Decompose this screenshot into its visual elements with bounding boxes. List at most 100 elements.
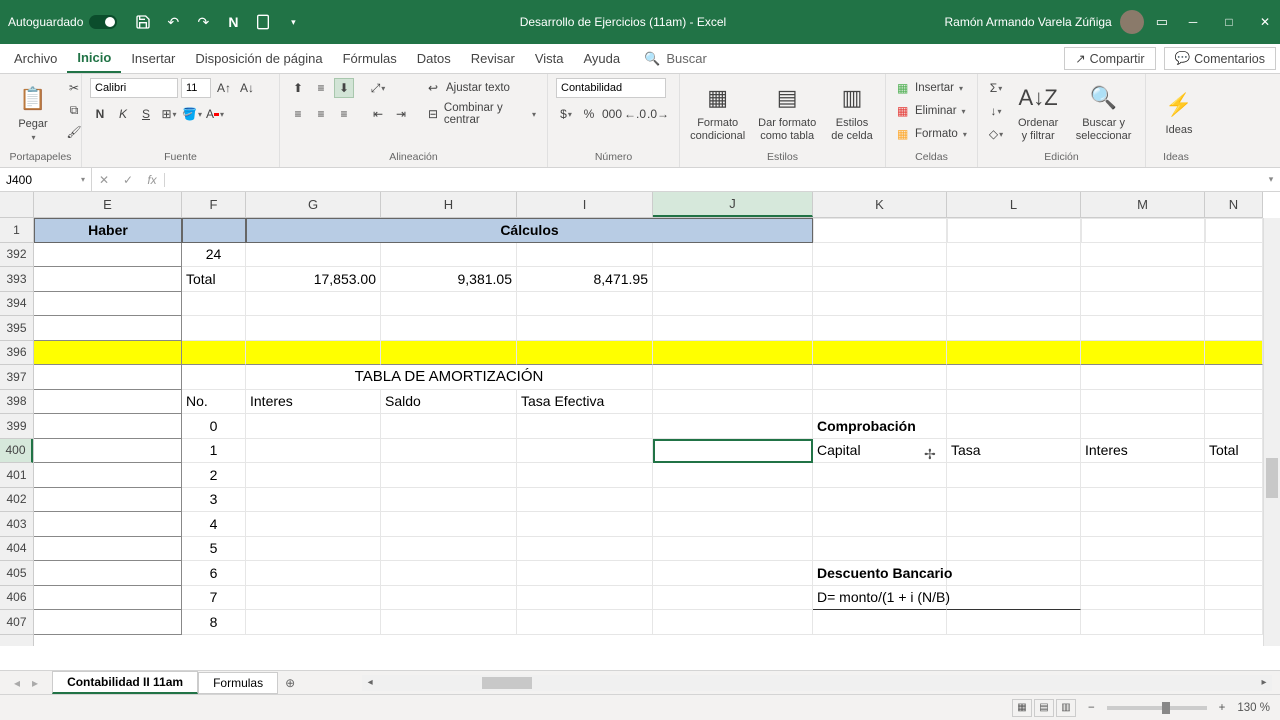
cell[interactable] [1081, 267, 1205, 292]
cell[interactable] [947, 488, 1081, 513]
normal-view-button[interactable]: ▦ [1012, 699, 1032, 717]
zoom-in-button[interactable]: + [1219, 702, 1226, 714]
cell[interactable] [947, 586, 1081, 611]
redo-icon[interactable]: ↷ [195, 14, 211, 30]
decrease-indent-button[interactable]: ⇤ [368, 104, 388, 124]
cell[interactable] [653, 586, 813, 611]
cell[interactable] [1205, 267, 1263, 292]
cell[interactable] [1205, 414, 1263, 439]
sort-filter-button[interactable]: A↓ZOrdenar y filtrar [1012, 78, 1064, 146]
clear-button[interactable]: ◇▾ [986, 124, 1006, 144]
row-header-392[interactable]: 392 [0, 243, 33, 268]
row-header-402[interactable]: 402 [0, 488, 33, 513]
zoom-out-button[interactable]: − [1088, 702, 1095, 714]
cell[interactable]: Tasa [947, 439, 1081, 464]
align-center-button[interactable]: ≡ [311, 104, 331, 124]
col-header-N[interactable]: N [1205, 192, 1263, 217]
cell[interactable] [947, 561, 1081, 586]
cell[interactable] [1205, 316, 1263, 341]
cell[interactable] [246, 586, 381, 611]
cell[interactable] [653, 341, 813, 366]
paste-button[interactable]: 📋 Pegar ▾ [8, 78, 58, 146]
cell[interactable] [1205, 488, 1263, 513]
cell[interactable] [653, 610, 813, 635]
cell[interactable] [1205, 586, 1263, 611]
user-account[interactable]: Ramón Armando Varela Zúñiga [945, 10, 1144, 34]
cell[interactable] [947, 610, 1081, 635]
cell[interactable] [381, 610, 517, 635]
cell[interactable] [517, 537, 653, 562]
cell[interactable] [1081, 512, 1205, 537]
cell[interactable] [947, 243, 1081, 268]
cell[interactable] [653, 414, 813, 439]
col-header-L[interactable]: L [947, 192, 1081, 217]
font-color-button[interactable]: A▾ [205, 104, 225, 124]
borders-button[interactable]: ⊞▾ [159, 104, 179, 124]
cell[interactable] [813, 267, 947, 292]
row-header-394[interactable]: 394 [0, 292, 33, 317]
cell[interactable] [947, 292, 1081, 317]
tab-formulas[interactable]: Fórmulas [333, 44, 407, 73]
cell[interactable] [246, 488, 381, 513]
row-header-395[interactable]: 395 [0, 316, 33, 341]
row-header-397[interactable]: 397 [0, 365, 33, 390]
cell[interactable] [1081, 243, 1205, 268]
cell[interactable] [246, 537, 381, 562]
align-left-button[interactable]: ≡ [288, 104, 308, 124]
cell[interactable]: 3 [182, 488, 246, 513]
row-header-399[interactable]: 399 [0, 414, 33, 439]
cell[interactable] [182, 341, 246, 366]
cell[interactable] [381, 292, 517, 317]
zoom-slider[interactable] [1107, 706, 1207, 710]
cell[interactable] [1205, 390, 1263, 415]
cell[interactable] [381, 316, 517, 341]
cell[interactable] [947, 218, 1081, 243]
cell[interactable] [947, 414, 1081, 439]
italic-button[interactable]: K [113, 104, 133, 124]
bold-n-icon[interactable]: N [225, 14, 241, 30]
cell[interactable]: 9,381.05 [381, 267, 517, 292]
col-header-J[interactable]: J [653, 192, 813, 217]
cell[interactable] [653, 512, 813, 537]
search-field[interactable]: 🔍 Buscar [644, 51, 707, 67]
cell[interactable] [813, 316, 947, 341]
cell[interactable] [381, 414, 517, 439]
scrollbar-thumb[interactable] [1266, 458, 1278, 498]
align-bottom-button[interactable]: ⬇ [334, 78, 354, 98]
cell[interactable] [1081, 561, 1205, 586]
page-layout-button[interactable]: ▤ [1034, 699, 1054, 717]
share-button[interactable]: ↗Compartir [1064, 47, 1155, 70]
cell[interactable] [813, 488, 947, 513]
cell[interactable] [1205, 561, 1263, 586]
cell[interactable]: Tasa Efectiva [517, 390, 653, 415]
col-header-K[interactable]: K [813, 192, 947, 217]
cell[interactable] [813, 243, 947, 268]
cell[interactable] [517, 439, 653, 464]
cell[interactable] [947, 512, 1081, 537]
cell[interactable] [381, 341, 517, 366]
format-cells-button[interactable]: ▦Formato▾ [894, 124, 970, 144]
cell[interactable] [34, 414, 182, 439]
cell[interactable] [947, 365, 1081, 390]
copy-button[interactable]: ⧉ [64, 100, 84, 120]
sheet-prev-button[interactable]: ◂ [14, 676, 20, 690]
cell[interactable] [246, 341, 381, 366]
cell[interactable] [246, 439, 381, 464]
undo-icon[interactable]: ↶ [165, 14, 181, 30]
cell[interactable] [1205, 243, 1263, 268]
cell[interactable] [34, 586, 182, 611]
cell[interactable] [813, 341, 947, 366]
cell[interactable] [1205, 512, 1263, 537]
col-header-I[interactable]: I [517, 192, 653, 217]
cell[interactable]: 17,853.00 [246, 267, 381, 292]
row-header-400[interactable]: 400 [0, 439, 33, 464]
cell[interactable]: 8,471.95 [517, 267, 653, 292]
cell[interactable] [1081, 218, 1205, 243]
fill-button[interactable]: ↓▾ [986, 101, 1006, 121]
cell[interactable] [947, 537, 1081, 562]
comma-button[interactable]: 000 [602, 104, 622, 124]
column-headers[interactable]: EFGHIJKLMN [34, 192, 1263, 218]
cell[interactable]: 0 [182, 414, 246, 439]
fill-color-button[interactable]: 🪣▾ [182, 104, 202, 124]
bold-button[interactable]: N [90, 104, 110, 124]
